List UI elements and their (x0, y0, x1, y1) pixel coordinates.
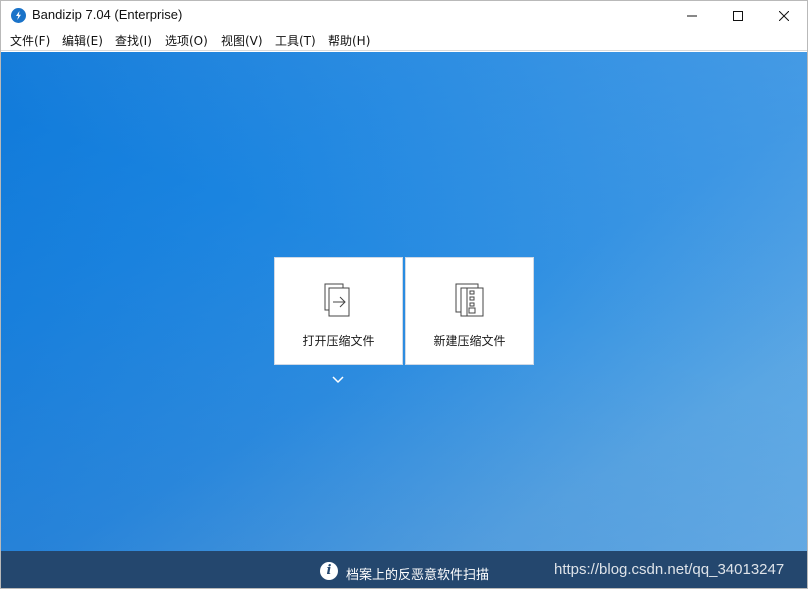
info-icon[interactable]: i (320, 562, 338, 580)
antimalware-scan-link[interactable]: 档案上的反恶意软件扫描 (346, 564, 489, 583)
open-archive-label: 打开压缩文件 (302, 334, 375, 348)
menu-file[interactable]: 文件(F) (10, 32, 50, 49)
menu-bar: 文件(F) 编辑(E) 查找(I) 选项(O) 视图(V) 工具(T) 帮助(H… (1, 30, 807, 51)
close-button[interactable] (761, 1, 807, 30)
menu-tools[interactable]: 工具(T) (275, 32, 316, 49)
maximize-icon (733, 10, 743, 21)
watermark-text: https://blog.csdn.net/qq_34013247 (554, 561, 785, 578)
menu-help[interactable]: 帮助(H) (328, 32, 370, 49)
title-bar[interactable]: Bandizip 7.04 (Enterprise) (1, 1, 807, 30)
zip-file-icon (452, 280, 488, 320)
new-archive-button[interactable]: 新建压缩文件 (405, 257, 534, 365)
main-panel: 打开压缩文件 新建压缩文件 (1, 52, 807, 551)
close-icon (779, 10, 789, 21)
menu-edit[interactable]: 编辑(E) (62, 32, 103, 49)
status-bar: i 档案上的反恶意软件扫描 https://blog.csdn.net/qq_3… (1, 551, 807, 588)
open-file-icon (321, 280, 357, 320)
minimize-icon (687, 15, 697, 16)
menu-find[interactable]: 查找(I) (115, 32, 152, 49)
maximize-button[interactable] (715, 1, 761, 30)
minimize-button[interactable] (669, 1, 715, 30)
open-archive-button[interactable]: 打开压缩文件 (274, 257, 403, 365)
menu-options[interactable]: 选项(O) (165, 32, 208, 49)
new-archive-label: 新建压缩文件 (433, 334, 506, 348)
menu-view[interactable]: 视图(V) (221, 32, 263, 49)
app-window: Bandizip 7.04 (Enterprise) 文件(F) 编辑(E) 查… (0, 0, 808, 589)
chevron-down-icon[interactable] (331, 370, 345, 384)
window-title: Bandizip 7.04 (Enterprise) (32, 7, 183, 22)
bandizip-logo-icon (11, 8, 26, 23)
